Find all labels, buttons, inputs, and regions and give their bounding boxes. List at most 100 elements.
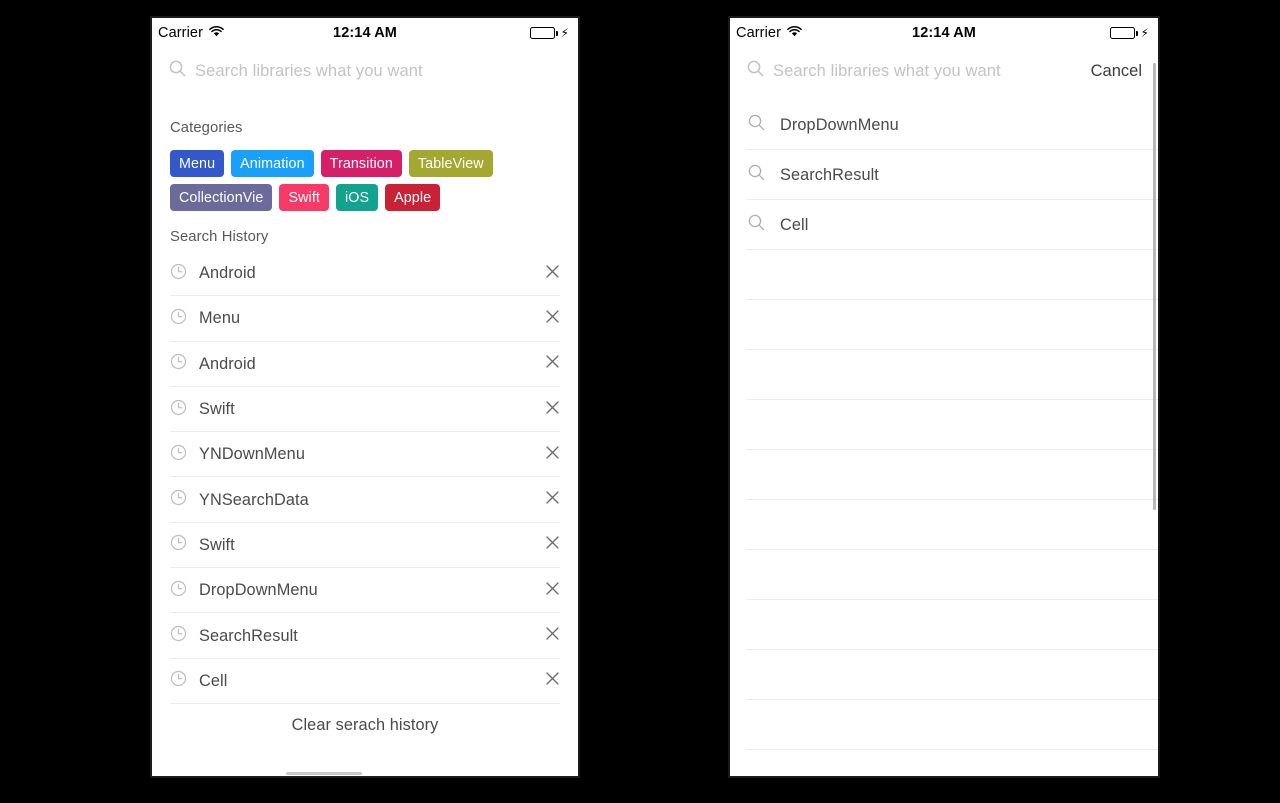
empty-list-row: [730, 250, 1158, 300]
clock-icon: [170, 489, 187, 511]
clock-icon: [170, 670, 187, 692]
screenshot-stage: Carrier 12:14 AM ⚡ Search libraries what…: [0, 0, 1280, 803]
category-tag-ios[interactable]: iOS: [335, 184, 379, 211]
categories-label: Categories: [170, 120, 243, 136]
category-tag-collectionvie[interactable]: CollectionVie: [170, 184, 273, 211]
clock-icon: [170, 625, 187, 647]
category-tag-tableview[interactable]: TableView: [408, 150, 493, 177]
status-bar-left-group: Carrier: [736, 25, 802, 41]
search-history-item[interactable]: YNDownMenu: [152, 432, 578, 478]
phone-right: Carrier 12:14 AM ⚡ Search libraries what…: [728, 16, 1160, 778]
lightning-bolt-icon: ⚡: [560, 26, 569, 40]
category-tag-menu[interactable]: Menu: [170, 150, 225, 177]
search-icon: [748, 214, 765, 236]
search-suggestion-label: SearchResult: [780, 165, 879, 184]
status-bar-right-group: ⚡: [1110, 27, 1149, 39]
close-icon[interactable]: [545, 535, 560, 555]
category-tag-row: CollectionVie Swift iOS Apple: [170, 184, 578, 211]
close-icon[interactable]: [545, 581, 560, 601]
empty-list-row: [730, 600, 1158, 650]
search-history-item-label: Cell: [199, 671, 228, 690]
wifi-icon: [787, 25, 802, 41]
empty-list-row: [730, 400, 1158, 450]
status-bar-right: Carrier 12:14 AM ⚡: [730, 18, 1158, 48]
status-bar-left-group: Carrier: [158, 25, 224, 41]
close-icon[interactable]: [545, 671, 560, 691]
search-bar-right: Search libraries what you want Cancel: [730, 48, 1158, 94]
clock-icon: [170, 399, 187, 421]
search-history-item[interactable]: SearchResult: [152, 613, 578, 659]
close-icon[interactable]: [545, 354, 560, 374]
close-icon[interactable]: [545, 309, 560, 329]
horizontal-scrollbar[interactable]: [286, 772, 362, 775]
search-history-item-label: YNSearchData: [199, 490, 309, 509]
battery-icon: [1110, 27, 1139, 39]
category-tag-apple[interactable]: Apple: [385, 184, 441, 211]
category-tag-swift[interactable]: Swift: [279, 184, 329, 211]
carrier-label: Carrier: [736, 25, 782, 41]
search-history-item[interactable]: Menu: [152, 296, 578, 342]
close-icon[interactable]: [545, 400, 560, 420]
search-suggestion-item[interactable]: SearchResult: [730, 150, 1158, 200]
search-history-item-label: Swift: [199, 400, 235, 419]
empty-list-row: [730, 750, 1158, 776]
search-input[interactable]: Search libraries what you want: [169, 48, 562, 94]
search-icon: [747, 60, 764, 82]
empty-list-row: [730, 550, 1158, 600]
close-icon[interactable]: [545, 264, 560, 284]
empty-list-row: [730, 650, 1158, 700]
search-history-item-label: Android: [199, 354, 256, 373]
lightning-bolt-icon: ⚡: [1140, 26, 1149, 40]
close-icon[interactable]: [545, 626, 560, 646]
search-history-item-label: YNDownMenu: [199, 445, 305, 464]
search-suggestion-item[interactable]: DropDownMenu: [730, 100, 1158, 150]
search-history-item-label: DropDownMenu: [199, 581, 318, 600]
search-suggestion-label: Cell: [780, 215, 809, 234]
category-tags: Menu Animation Transition TableView Coll…: [152, 136, 578, 211]
search-input[interactable]: Search libraries what you want: [747, 48, 1079, 94]
search-history-item[interactable]: Android: [152, 342, 578, 388]
search-suggestion-item[interactable]: Cell: [730, 200, 1158, 250]
search-suggestion-label: DropDownMenu: [780, 115, 899, 134]
clock-icon: [170, 263, 187, 285]
empty-list-row: [730, 300, 1158, 350]
search-history-label: Search History: [170, 229, 269, 245]
search-history-item[interactable]: YNSearchData: [152, 477, 578, 524]
search-history-item-label: Android: [199, 264, 256, 283]
empty-list-row: [730, 700, 1158, 750]
search-history-item-label: Swift: [199, 535, 235, 554]
status-bar-left: Carrier 12:14 AM ⚡: [152, 18, 578, 48]
battery-icon: [530, 27, 559, 39]
status-bar-right-group: ⚡: [530, 27, 569, 39]
right-screen: Carrier 12:14 AM ⚡ Search libraries what…: [730, 18, 1158, 776]
clock-icon: [170, 534, 187, 556]
search-icon: [169, 60, 186, 82]
category-tag-row: Menu Animation Transition TableView: [170, 150, 578, 177]
search-icon: [748, 164, 765, 186]
clock-icon: [170, 353, 187, 375]
empty-list-row: [730, 500, 1158, 550]
search-placeholder: Search libraries what you want: [773, 61, 1001, 80]
search-history-item[interactable]: Android: [152, 251, 578, 297]
close-icon[interactable]: [545, 490, 560, 510]
wifi-icon: [209, 25, 224, 41]
empty-list-row: [730, 350, 1158, 400]
phone-left: Carrier 12:14 AM ⚡ Search libraries what…: [150, 16, 580, 778]
search-history-item[interactable]: Cell: [152, 659, 578, 705]
empty-list-row: [730, 450, 1158, 500]
category-tag-transition[interactable]: Transition: [320, 150, 402, 177]
vertical-scrollbar[interactable]: [1153, 63, 1156, 510]
search-history-item[interactable]: Swift: [152, 387, 578, 433]
search-history-list: Android Menu Android Swift YNDownMenu YNSearc…: [152, 251, 578, 705]
category-tag-animation[interactable]: Animation: [231, 150, 314, 177]
search-history-item[interactable]: DropDownMenu: [152, 568, 578, 614]
cancel-button[interactable]: Cancel: [1079, 62, 1142, 81]
left-screen: Carrier 12:14 AM ⚡ Search libraries what…: [152, 18, 578, 776]
search-history-item-label: Menu: [199, 309, 241, 328]
search-history-item[interactable]: Swift: [152, 523, 578, 569]
close-icon[interactable]: [545, 445, 560, 465]
search-suggestion-list: DropDownMenu SearchResult Cell: [730, 94, 1158, 776]
clock-icon: [170, 308, 187, 330]
clear-search-history-button[interactable]: Clear serach history: [152, 704, 578, 748]
clock-icon: [170, 444, 187, 466]
